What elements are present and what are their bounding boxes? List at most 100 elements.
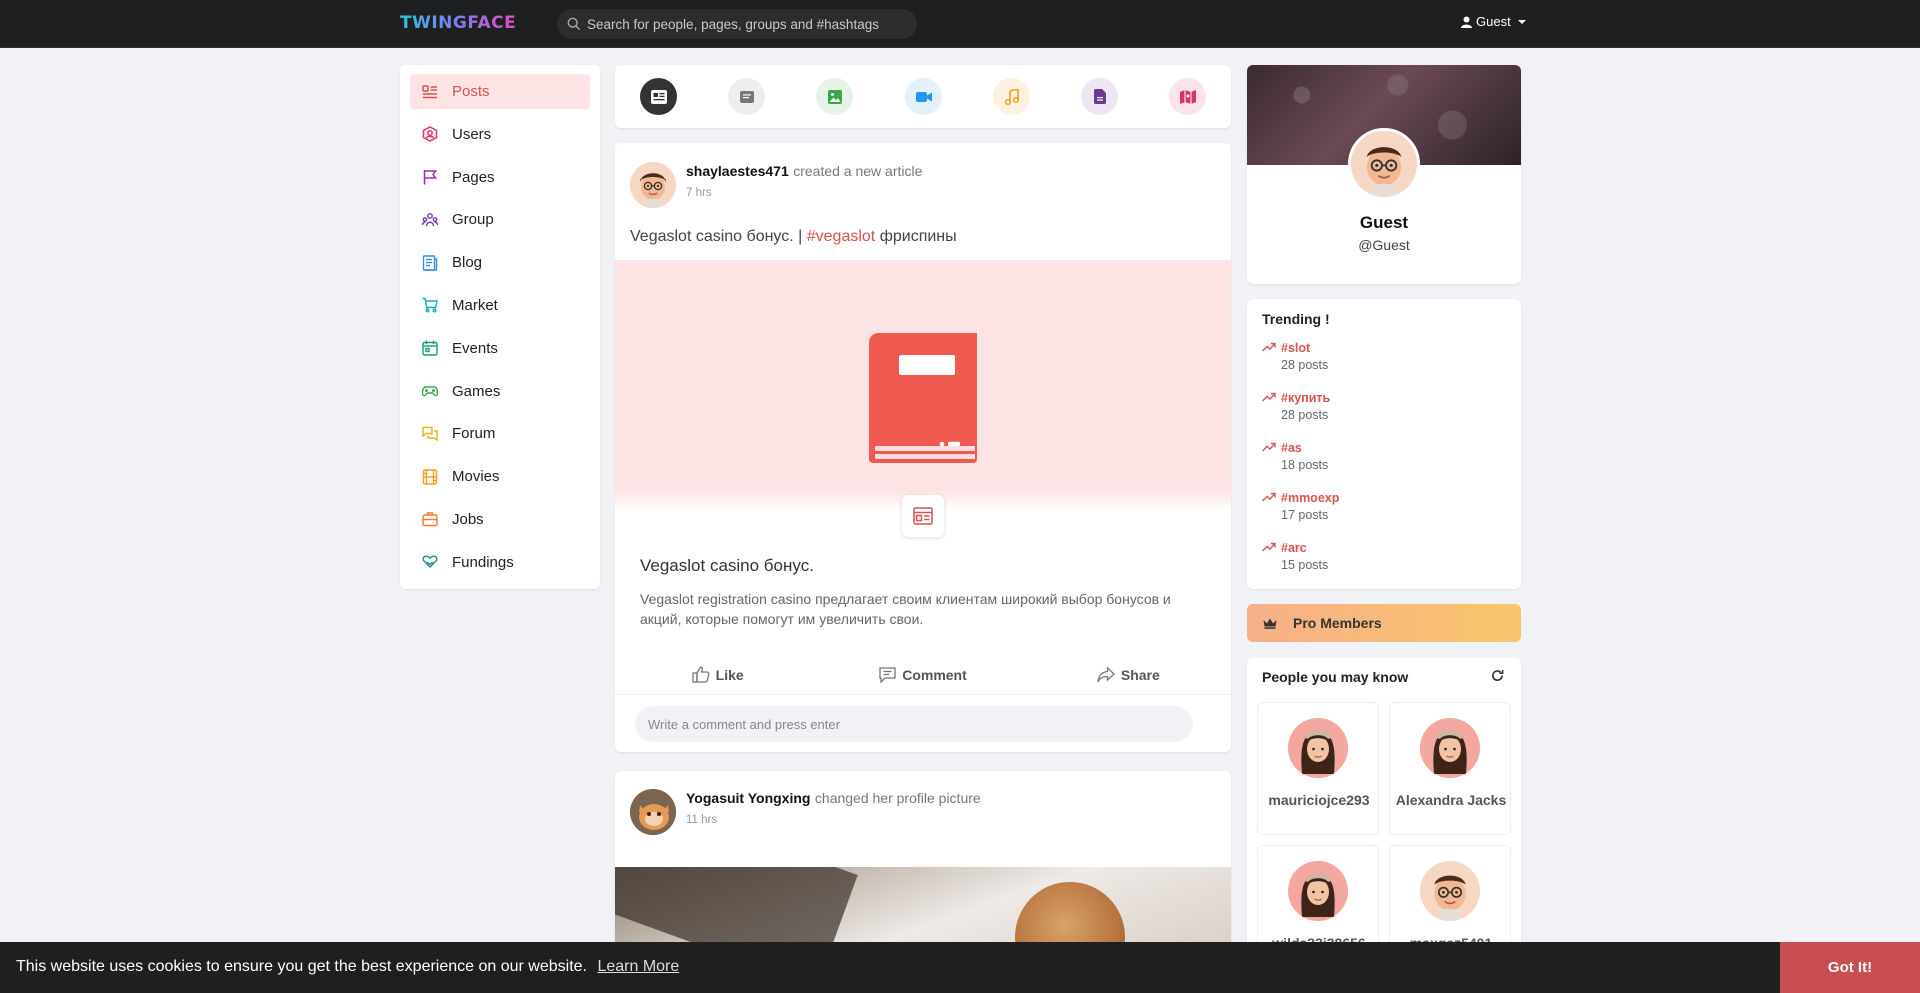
- post-author[interactable]: shaylaestes471: [686, 163, 789, 179]
- trending-item[interactable]: #slot 28 posts: [1262, 341, 1328, 372]
- search-icon: [567, 17, 581, 31]
- person-name[interactable]: mauriciojce293: [1262, 792, 1376, 808]
- sidebar-item-forum[interactable]: Forum: [410, 416, 590, 451]
- person-name[interactable]: Alexandra Jacks: [1394, 792, 1508, 808]
- female-avatar-icon: [1420, 718, 1480, 778]
- map-icon: [1179, 89, 1196, 104]
- avatar[interactable]: [1420, 718, 1480, 778]
- trending-count: 18 posts: [1281, 458, 1329, 472]
- avatar[interactable]: [1420, 861, 1480, 921]
- post-header: Yogasuit Yongxing changed her profile pi…: [686, 790, 981, 808]
- profile-photo-icon: [630, 789, 676, 835]
- trending-up-icon: [1262, 342, 1276, 352]
- like-button[interactable]: Like: [615, 655, 820, 694]
- sidebar-item-fundings[interactable]: Fundings: [410, 545, 590, 580]
- trending-item[interactable]: #mmoexp 17 posts: [1262, 491, 1339, 522]
- sidebar-item-label: Forum: [452, 425, 496, 443]
- top-navbar: TWINGFACE Guest: [0, 0, 1920, 48]
- post-actions: Like Comment Share: [615, 655, 1231, 695]
- briefcase-icon: [422, 511, 438, 527]
- trending-item[interactable]: #arc 15 posts: [1262, 541, 1328, 572]
- text-icon: [739, 90, 754, 103]
- search-input[interactable]: [587, 16, 907, 32]
- tab-file[interactable]: [1081, 78, 1118, 115]
- learn-more-link[interactable]: Learn More: [597, 958, 679, 975]
- group-icon: [422, 212, 438, 228]
- sidebar-item-blog[interactable]: Blog: [410, 245, 590, 280]
- post-hashtag[interactable]: #vegaslot: [807, 228, 876, 245]
- avatar[interactable]: [1288, 861, 1348, 921]
- trending-count: 28 posts: [1281, 408, 1329, 422]
- trending-tag[interactable]: #mmoexp: [1281, 491, 1339, 505]
- person-suggestion[interactable]: mauriciojce293: [1257, 702, 1379, 835]
- trending-tag[interactable]: #slot: [1281, 341, 1328, 355]
- cart-icon: [422, 297, 438, 313]
- refresh-icon[interactable]: [1491, 669, 1504, 682]
- trending-tag[interactable]: #arc: [1281, 541, 1328, 555]
- sidebar-item-pages[interactable]: Pages: [410, 160, 590, 195]
- sidebar-item-label: Posts: [452, 83, 490, 100]
- trending-card: Trending ! #slot 28 posts #купить 28 pos…: [1247, 299, 1521, 589]
- person-suggestion[interactable]: Alexandra Jacks: [1389, 702, 1511, 835]
- sidebar-item-games[interactable]: Games: [410, 374, 590, 409]
- share-icon: [1097, 666, 1115, 682]
- trending-item[interactable]: #as 18 posts: [1262, 441, 1328, 472]
- tab-music[interactable]: [993, 78, 1030, 115]
- sidebar-item-label: Jobs: [452, 510, 484, 528]
- tab-article[interactable]: [640, 78, 677, 115]
- sidebar-item-market[interactable]: Market: [410, 288, 590, 323]
- blog-icon: [422, 254, 438, 271]
- comment-input[interactable]: [635, 706, 1193, 742]
- tab-video[interactable]: [905, 78, 942, 115]
- avatar[interactable]: [1288, 718, 1348, 778]
- male-avatar-icon: [1420, 861, 1480, 921]
- article-title[interactable]: Vegaslot casino бонус.: [640, 556, 814, 576]
- article-icon: [650, 89, 667, 104]
- post-author[interactable]: Yogasuit Yongxing: [686, 790, 810, 806]
- post-time[interactable]: 11 hrs: [686, 814, 717, 826]
- sidebar-item-label: Events: [452, 339, 498, 357]
- sidebar-item-group[interactable]: Group: [410, 202, 590, 237]
- trending-up-icon: [1262, 542, 1276, 552]
- thumbs-up-icon: [692, 666, 710, 683]
- article-description: Vegaslot registration casino предлагает …: [640, 591, 1171, 627]
- calendar-icon: [422, 340, 438, 356]
- book-detail-icon: [939, 441, 960, 447]
- search-bar[interactable]: [557, 9, 917, 39]
- profile-name[interactable]: Guest: [1247, 213, 1521, 233]
- sidebar-item-label: Users: [452, 125, 492, 143]
- pro-members-label: Pro Members: [1293, 615, 1382, 631]
- pymk-title: People you may know: [1262, 669, 1409, 685]
- user-menu[interactable]: Guest: [1461, 14, 1526, 29]
- pro-members-button[interactable]: Pro Members: [1247, 604, 1521, 642]
- sidebar-item-label: Fundings: [452, 553, 514, 571]
- sidebar-item-label: Games: [452, 382, 501, 400]
- like-label: Like: [715, 666, 744, 683]
- tab-map[interactable]: [1169, 78, 1206, 115]
- avatar[interactable]: [630, 162, 676, 208]
- sidebar-item-jobs[interactable]: Jobs: [410, 502, 590, 537]
- trending-tag[interactable]: #купить: [1281, 391, 1330, 405]
- trending-count: 17 posts: [1281, 508, 1329, 522]
- sidebar-item-movies[interactable]: Movies: [410, 459, 590, 494]
- comment-button[interactable]: Comment: [820, 655, 1025, 694]
- sidebar-item-users[interactable]: Users: [410, 117, 590, 152]
- share-button[interactable]: Share: [1026, 655, 1231, 694]
- users-icon: [422, 126, 438, 143]
- sidebar-item-events[interactable]: Events: [410, 331, 590, 366]
- site-logo[interactable]: TWINGFACE: [400, 13, 516, 33]
- post-action: created a new article: [793, 163, 923, 179]
- post-image[interactable]: [615, 867, 1231, 951]
- post-type-selector: [615, 65, 1231, 128]
- tab-image[interactable]: [816, 78, 853, 115]
- profile-avatar[interactable]: [1348, 128, 1420, 200]
- article-cover[interactable]: [615, 260, 1231, 510]
- post-time[interactable]: 7 hrs: [686, 187, 712, 199]
- trending-tag[interactable]: #as: [1281, 441, 1328, 455]
- tab-text[interactable]: [728, 78, 765, 115]
- sidebar-item-posts[interactable]: Posts: [410, 74, 590, 109]
- comment-label: Comment: [902, 666, 967, 683]
- accept-cookies-button[interactable]: Got It!: [1780, 942, 1920, 993]
- trending-item[interactable]: #купить 28 posts: [1262, 391, 1330, 422]
- avatar[interactable]: [630, 789, 676, 835]
